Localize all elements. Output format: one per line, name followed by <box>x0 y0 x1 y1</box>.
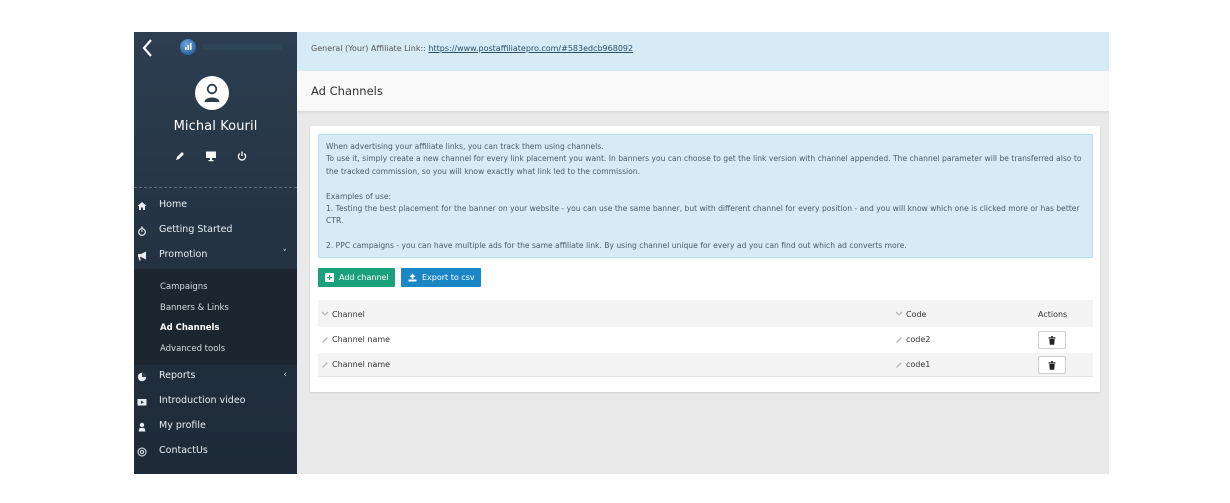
ad-channels-panel: When advertising your affiliate links, y… <box>310 126 1100 392</box>
channel-name-cell[interactable]: Channel name <box>332 360 390 369</box>
sidebar-item-label: Introduction video <box>159 395 246 406</box>
sidebar-subitem-banners-links[interactable]: Banners & Links <box>134 298 297 319</box>
affiliate-link[interactable]: https://www.postaffiliatepro.com/#583edc… <box>428 44 633 53</box>
delete-button[interactable] <box>1038 331 1066 349</box>
sidebar-item-home[interactable]: Home <box>134 194 297 219</box>
channel-name-cell[interactable]: Channel name <box>332 335 390 344</box>
profile-actions <box>134 150 297 164</box>
sidebar-item-label: Getting Started <box>159 224 233 235</box>
info-line: Examples of use: <box>326 191 392 201</box>
sort-chevron-icon[interactable] <box>321 311 329 317</box>
sidebar-item-reports[interactable]: Reports ‹ <box>134 365 297 390</box>
video-icon <box>137 397 147 407</box>
column-header-code[interactable]: Code <box>906 310 926 319</box>
sidebar: Michal Kouril Home Getting Started Promo… <box>134 32 297 474</box>
sidebar-subitem-campaigns[interactable]: Campaigns <box>134 277 297 298</box>
add-channel-label: Add channel <box>339 273 389 282</box>
table-row: Channel name code2 <box>318 327 1093 352</box>
table-header: Channel Code Actions <box>318 300 1093 327</box>
sidebar-item-introduction-video[interactable]: Introduction video <box>134 390 297 415</box>
pencil-icon[interactable] <box>895 361 903 369</box>
upload-icon <box>408 273 417 282</box>
sidebar-item-my-profile[interactable]: My profile <box>134 415 297 440</box>
sidebar-subitem-ad-channels[interactable]: Ad Channels <box>134 318 297 339</box>
sidebar-item-label: Promotion <box>159 249 208 260</box>
logo-wordmark <box>202 44 282 50</box>
chevron-down-icon: ˅ <box>282 249 288 259</box>
info-line: the tracked commission, so you will know… <box>326 166 641 176</box>
stopwatch-icon <box>137 226 147 236</box>
sidebar-item-getting-started[interactable]: Getting Started <box>134 219 297 244</box>
export-csv-button[interactable]: Export to csv <box>401 268 481 287</box>
delete-button[interactable] <box>1038 356 1066 374</box>
sidebar-item-promotion[interactable]: Promotion ˅ <box>134 244 297 269</box>
monitor-icon[interactable] <box>205 150 219 164</box>
sidebar-item-label: Reports <box>159 370 196 381</box>
user-name: Michal Kouril <box>173 119 258 134</box>
pencil-icon[interactable] <box>321 361 329 369</box>
back-button[interactable] <box>140 37 156 59</box>
sidebar-item-contact-us[interactable]: ContactUs <box>134 440 297 465</box>
affiliate-link-bar: General (Your) Affiliate Link:: https://… <box>297 32 1109 71</box>
sidebar-header <box>134 32 297 64</box>
info-line: 2. PPC campaigns - you can have multiple… <box>326 241 907 251</box>
channels-table: Channel Code Actions Channel name code2 … <box>318 300 1093 377</box>
pencil-icon[interactable] <box>174 150 188 164</box>
page-title: Ad Channels <box>311 84 383 98</box>
channel-code-cell[interactable]: code1 <box>906 360 930 369</box>
sidebar-item-label: Home <box>159 199 188 210</box>
user-icon <box>204 83 220 102</box>
pie-chart-icon <box>137 372 147 382</box>
home-icon <box>137 201 147 211</box>
info-line: CTR. <box>326 216 344 226</box>
sidebar-nav: Home Getting Started Promotion ˅ Campaig… <box>134 188 297 465</box>
column-header-actions: Actions <box>1038 310 1068 319</box>
channel-code-cell[interactable]: code2 <box>906 335 930 344</box>
sidebar-item-label: ContactUs <box>159 445 208 456</box>
affiliate-link-label: General (Your) Affiliate Link:: <box>311 44 429 53</box>
sidebar-subitem-advanced-tools[interactable]: Advanced tools <box>134 339 297 360</box>
info-box: When advertising your affiliate links, y… <box>318 134 1093 258</box>
table-row: Channel name code1 <box>318 352 1093 377</box>
app-window: Michal Kouril Home Getting Started Promo… <box>134 32 1109 474</box>
logo-icon[interactable] <box>180 39 196 55</box>
info-line: To use it, simply create a new channel f… <box>326 154 1082 164</box>
sidebar-item-label: My profile <box>159 420 206 431</box>
sort-chevron-icon[interactable] <box>895 311 903 317</box>
power-icon[interactable] <box>236 150 250 164</box>
export-csv-label: Export to csv <box>422 273 475 282</box>
plus-square-icon <box>325 273 334 282</box>
trash-icon <box>1048 361 1056 370</box>
add-channel-button[interactable]: Add channel <box>318 268 395 287</box>
pencil-icon[interactable] <box>895 336 903 344</box>
pencil-icon[interactable] <box>321 336 329 344</box>
chevron-left-icon: ‹ <box>283 370 287 380</box>
info-line: When advertising your affiliate links, y… <box>326 142 604 151</box>
bullhorn-icon <box>137 251 147 261</box>
main-content: General (Your) Affiliate Link:: https://… <box>297 32 1109 474</box>
promotion-submenu: Campaigns Banners & Links Ad Channels Ad… <box>134 269 297 365</box>
avatar[interactable] <box>195 76 229 110</box>
user-icon <box>137 422 147 432</box>
at-icon <box>137 447 147 457</box>
chevron-left-icon <box>140 37 156 59</box>
column-header-channel[interactable]: Channel <box>332 310 365 319</box>
page-header: Ad Channels <box>297 71 1109 112</box>
trash-icon <box>1048 336 1056 345</box>
info-line: 1. Testing the best placement for the ba… <box>326 204 1080 214</box>
user-profile: Michal Kouril <box>134 64 297 188</box>
